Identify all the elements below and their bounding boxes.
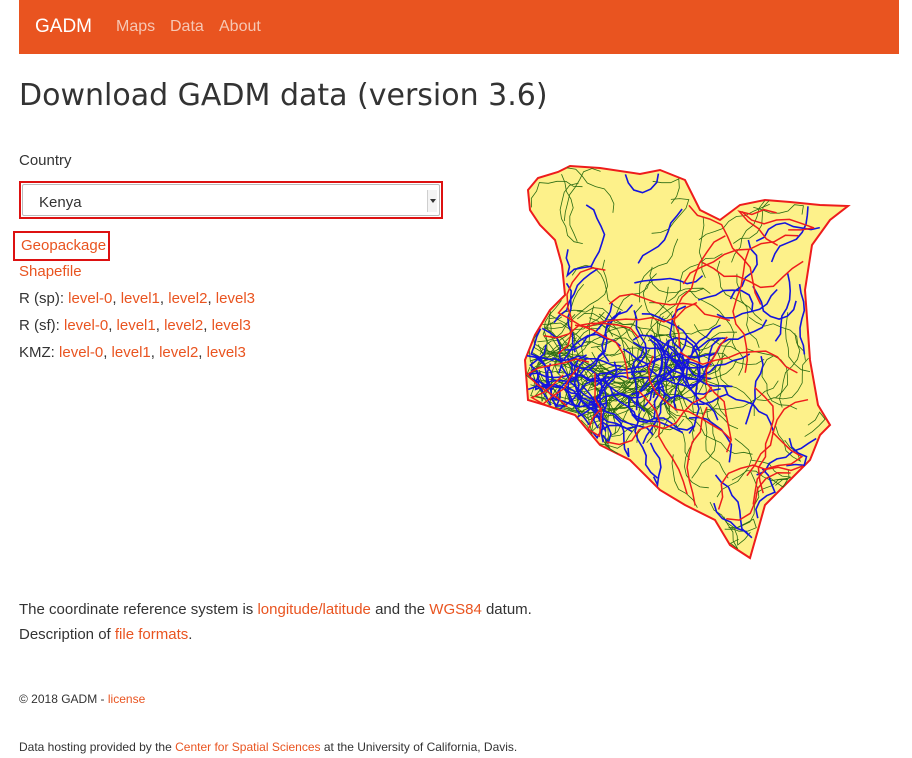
r-sp-level2-link[interactable]: level2 xyxy=(168,290,207,307)
country-select-value: Kenya xyxy=(39,194,82,211)
kmz-level2-link[interactable]: level2 xyxy=(159,344,198,361)
copyright-line: © 2018 GADM - license xyxy=(19,692,145,706)
separator: , xyxy=(155,317,165,334)
geopackage-link[interactable]: Geopackage xyxy=(21,237,106,254)
r-sf-label: R (sf): xyxy=(19,317,60,334)
r-sf-level0-link[interactable]: level-0 xyxy=(64,317,108,334)
crs-link[interactable]: longitude/latitude xyxy=(257,601,370,618)
hosting-line: Data hosting provided by the Center for … xyxy=(19,740,517,754)
copyright-text: © 2018 GADM - xyxy=(19,692,105,706)
separator: , xyxy=(103,344,112,361)
kmz-row: KMZ: level-0, level1, level2, level3 xyxy=(19,344,246,361)
file-formats-link[interactable]: file formats xyxy=(115,626,188,643)
kmz-label: KMZ: xyxy=(19,344,55,361)
license-link[interactable]: license xyxy=(108,692,145,706)
kmz-level0-link[interactable]: level-0 xyxy=(59,344,103,361)
shapefile-link[interactable]: Shapefile xyxy=(19,263,82,280)
r-sp-level0-link[interactable]: level-0 xyxy=(68,290,112,307)
crs-middle-text: and the xyxy=(375,601,426,618)
nav-link-data[interactable]: Data xyxy=(170,18,204,36)
r-sf-level3-link[interactable]: level3 xyxy=(212,317,251,334)
r-sp-label: R (sp): xyxy=(19,290,64,307)
country-select-box[interactable]: Kenya xyxy=(22,184,440,216)
kmz-level1-link[interactable]: level1 xyxy=(112,344,151,361)
hosting-suffix: at the University of California, Davis. xyxy=(323,740,518,754)
kenya-map xyxy=(523,164,851,560)
separator: , xyxy=(108,317,117,334)
brand-link[interactable]: GADM xyxy=(35,16,92,38)
datum-text: datum. xyxy=(485,601,532,618)
kmz-level3-link[interactable]: level3 xyxy=(207,344,246,361)
country-label: Country xyxy=(19,152,72,169)
css-link[interactable]: Center for Spatial Sciences xyxy=(175,740,320,754)
r-sf-level2-link[interactable]: level2 xyxy=(164,317,203,334)
nav-link-maps[interactable]: Maps xyxy=(116,18,155,36)
hosting-text: Data hosting provided by the xyxy=(19,740,172,754)
separator: , xyxy=(207,290,216,307)
geopackage-highlight: Geopackage xyxy=(13,231,110,261)
description-end: . xyxy=(188,626,193,643)
datum-link[interactable]: WGS84 xyxy=(429,601,482,618)
crs-paragraph: The coordinate reference system is longi… xyxy=(19,601,532,618)
r-sf-level1-link[interactable]: level1 xyxy=(117,317,156,334)
r-sp-level1-link[interactable]: level1 xyxy=(121,290,160,307)
r-sp-row: R (sp): level-0, level1, level2, level3 xyxy=(19,290,255,307)
separator: , xyxy=(159,290,169,307)
page-title: Download GADM data (version 3.6) xyxy=(19,78,548,113)
r-sf-row: R (sf): level-0, level1, level2, level3 xyxy=(19,317,251,334)
country-select[interactable]: Kenya xyxy=(19,181,443,219)
separator: , xyxy=(150,344,160,361)
separator: , xyxy=(112,290,121,307)
description-paragraph: Description of file formats. xyxy=(19,626,192,643)
nav-link-about[interactable]: About xyxy=(219,18,261,36)
r-sp-level3-link[interactable]: level3 xyxy=(216,290,255,307)
navbar: GADM Maps Data About xyxy=(19,0,899,54)
separator: , xyxy=(198,344,207,361)
shapefile-row: Shapefile xyxy=(19,263,82,280)
separator: , xyxy=(203,317,212,334)
crs-text: The coordinate reference system is xyxy=(19,601,254,618)
description-text: Description of xyxy=(19,626,111,643)
dropdown-arrow-icon[interactable] xyxy=(427,190,437,212)
